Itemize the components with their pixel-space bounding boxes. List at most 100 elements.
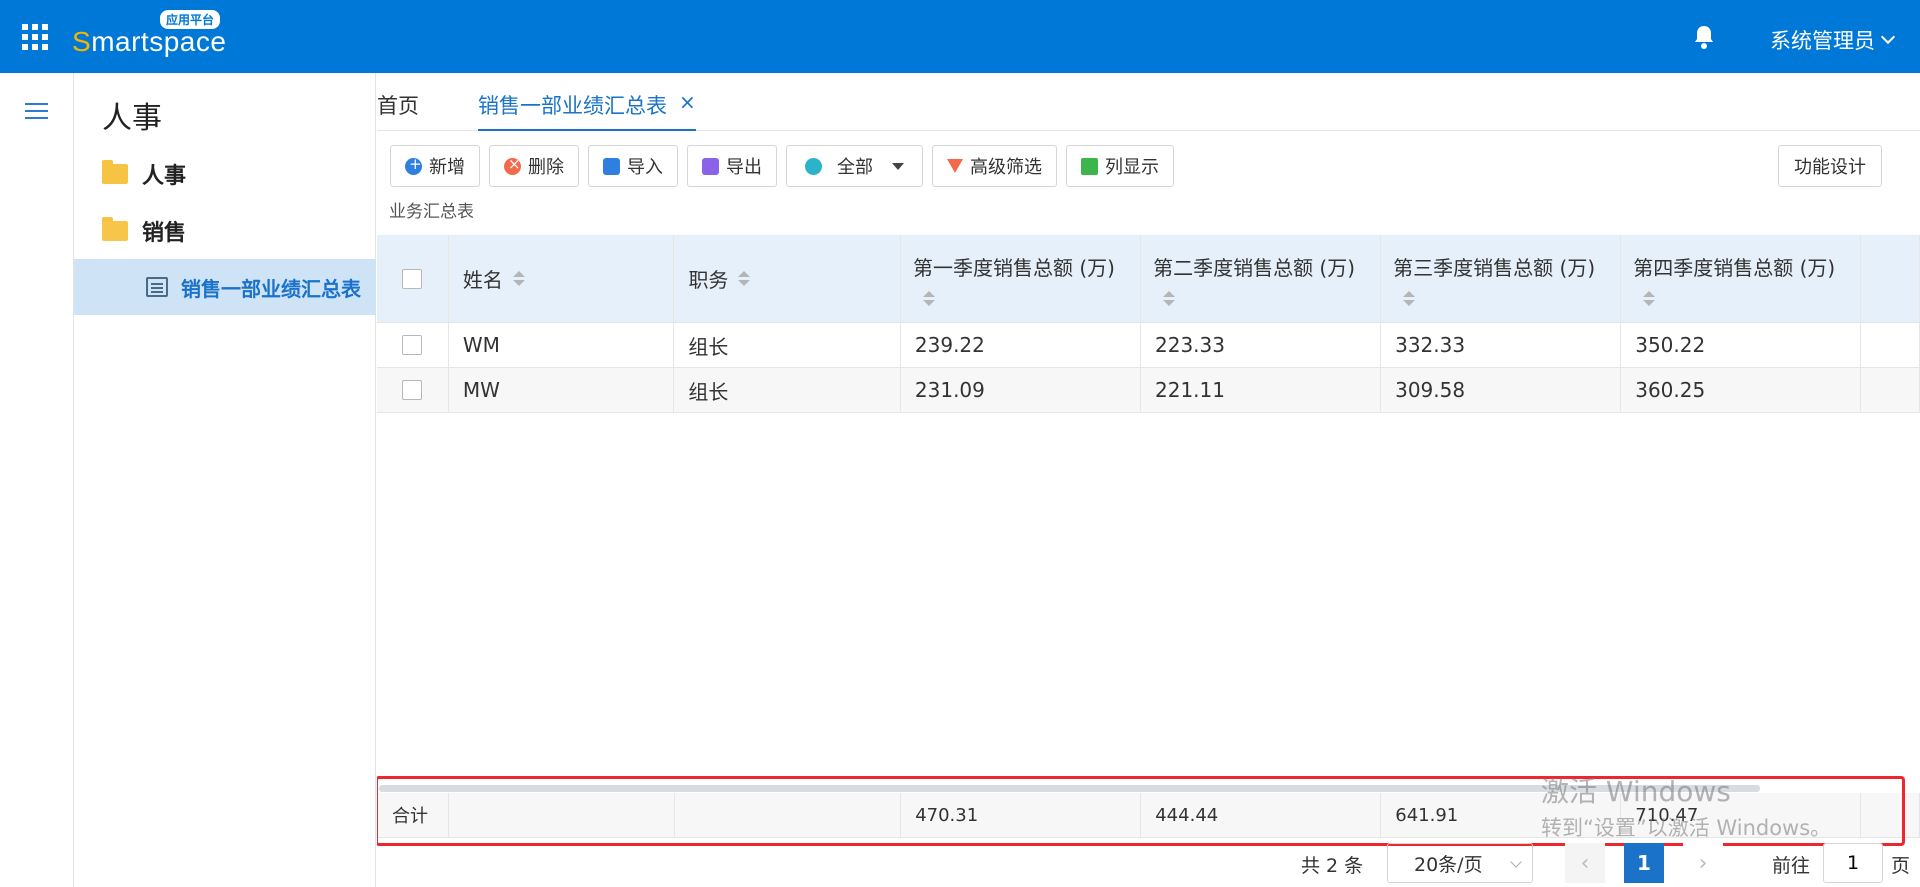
column-header-name[interactable]: 姓名 bbox=[448, 235, 675, 323]
sort-icon[interactable] bbox=[1403, 290, 1416, 306]
main-content: 首页 销售一部业绩汇总表 × 新增 删除 导入 导出 全部 高 bbox=[377, 73, 1920, 887]
tab-home[interactable]: 首页 bbox=[377, 90, 419, 120]
import-button[interactable]: 导入 bbox=[588, 145, 678, 187]
goto-page-input[interactable] bbox=[1823, 843, 1883, 883]
page-suffix: 页 bbox=[1891, 855, 1911, 877]
tab-sales-summary[interactable]: 销售一部业绩汇总表 × bbox=[478, 90, 696, 131]
sort-icon[interactable] bbox=[738, 271, 751, 286]
sidebar-item-label: 销售 bbox=[142, 221, 187, 246]
advanced-filter-label: 高级筛选 bbox=[970, 157, 1042, 178]
table-row[interactable]: WM 组长 239.22 223.33 332.33 350.22 bbox=[377, 323, 1920, 368]
column-header-q4[interactable]: 第四季度销售总额 (万) bbox=[1621, 235, 1862, 323]
cell-q1: 239.22 bbox=[900, 323, 1141, 368]
delete-icon bbox=[504, 155, 521, 175]
sidebar-item-sales-summary[interactable]: 销售一部业绩汇总表 bbox=[74, 259, 376, 315]
cell-overflow bbox=[1861, 323, 1920, 368]
next-page-button[interactable]: › bbox=[1683, 843, 1723, 883]
sidebar-item-label: 人事 bbox=[142, 164, 187, 189]
table-caption: 业务汇总表 bbox=[389, 202, 474, 222]
delete-button-label: 删除 bbox=[528, 157, 564, 178]
column-header-q3[interactable]: 第三季度销售总额 (万) bbox=[1381, 235, 1622, 323]
user-name: 系统管理员 bbox=[1770, 29, 1875, 53]
column-header-label: 姓名 bbox=[462, 268, 503, 292]
sidebar-item-sales[interactable]: 销售 bbox=[102, 211, 186, 251]
sort-icon[interactable] bbox=[512, 271, 525, 286]
export-button-label: 导出 bbox=[726, 157, 762, 178]
export-icon bbox=[702, 157, 719, 175]
row-checkbox[interactable] bbox=[402, 380, 423, 400]
tab-bar: 首页 销售一部业绩汇总表 × bbox=[377, 73, 1920, 131]
export-button[interactable]: 导出 bbox=[687, 145, 777, 187]
summary-q1: 470.31 bbox=[901, 793, 1142, 838]
logo-badge: 应用平台 bbox=[160, 10, 221, 29]
prev-page-button[interactable]: ‹ bbox=[1565, 843, 1605, 883]
cell-q4: 360.25 bbox=[1621, 368, 1862, 413]
page-size-select[interactable]: 20条/页 bbox=[1387, 843, 1533, 883]
column-header-position[interactable]: 职务 bbox=[674, 235, 901, 323]
import-icon bbox=[603, 157, 620, 175]
bell-icon[interactable] bbox=[1692, 24, 1716, 50]
sort-icon[interactable] bbox=[1163, 290, 1176, 306]
total-count: 共 2 条 bbox=[1301, 855, 1364, 877]
logo[interactable]: Smartspace bbox=[72, 26, 226, 58]
summary-q4: 710.47 bbox=[1621, 793, 1862, 838]
header-checkbox-cell bbox=[377, 235, 449, 323]
column-display-button[interactable]: 列显示 bbox=[1066, 145, 1174, 187]
chevron-down-icon bbox=[1510, 856, 1522, 868]
filter-icon bbox=[947, 159, 963, 173]
summary-q2: 444.44 bbox=[1141, 793, 1382, 838]
page-1-button[interactable]: 1 bbox=[1624, 843, 1664, 883]
logo-text: martspace bbox=[91, 26, 227, 57]
advanced-filter-button[interactable]: 高级筛选 bbox=[932, 145, 1057, 187]
summary-cell-position bbox=[674, 793, 902, 838]
cell-q4: 350.22 bbox=[1621, 323, 1862, 368]
toolbar: 新增 删除 导入 导出 全部 高级筛选 列显示 bbox=[390, 145, 1174, 187]
view-select[interactable]: 全部 bbox=[786, 145, 923, 187]
folder-icon bbox=[102, 160, 128, 184]
caret-down-icon bbox=[892, 162, 904, 170]
summary-overflow bbox=[1861, 793, 1920, 838]
cell-name: MW bbox=[448, 368, 675, 413]
sidebar-item-hr[interactable]: 人事 bbox=[102, 154, 186, 194]
import-button-label: 导入 bbox=[627, 157, 663, 178]
column-header-label: 职务 bbox=[688, 268, 729, 292]
table-header-row: 姓名 职务 第一季度销售总额 (万) 第二季度销售总额 (万) 第三季度销售总额… bbox=[377, 235, 1920, 323]
apps-grid-icon[interactable] bbox=[22, 24, 48, 50]
page-size-label: 20条/页 bbox=[1414, 853, 1483, 876]
logo-initial: S bbox=[72, 26, 92, 57]
column-header-overflow bbox=[1861, 235, 1920, 323]
table-row[interactable]: MW 组长 231.09 221.11 309.58 360.25 bbox=[377, 368, 1920, 413]
cell-q3: 332.33 bbox=[1381, 323, 1622, 368]
hamburger-icon[interactable] bbox=[25, 103, 48, 119]
summary-label: 合计 bbox=[377, 793, 450, 838]
cell-q2: 221.11 bbox=[1141, 368, 1382, 413]
column-display-label: 列显示 bbox=[1105, 157, 1159, 178]
sort-icon[interactable] bbox=[923, 290, 935, 306]
sidebar-title: 人事 bbox=[102, 101, 162, 136]
column-header-q1[interactable]: 第一季度销售总额 (万) bbox=[901, 235, 1142, 323]
add-button[interactable]: 新增 bbox=[390, 145, 480, 187]
sort-icon[interactable] bbox=[1643, 290, 1656, 306]
summary-q3: 641.91 bbox=[1381, 793, 1622, 838]
column-header-label: 第一季度销售总额 (万) bbox=[913, 255, 1115, 280]
function-design-button[interactable]: 功能设计 bbox=[1778, 145, 1882, 187]
folder-open-icon bbox=[102, 217, 128, 241]
delete-button[interactable]: 删除 bbox=[489, 145, 579, 187]
column-header-q2[interactable]: 第二季度销售总额 (万) bbox=[1141, 235, 1382, 323]
column-header-label: 第三季度销售总额 (万) bbox=[1393, 255, 1596, 280]
nav-rail bbox=[0, 73, 74, 887]
sidebar: 人事 人事 销售 销售一部业绩汇总表 bbox=[74, 73, 376, 887]
summary-row: 合计 470.31 444.44 641.91 710.47 bbox=[377, 793, 1920, 838]
list-icon bbox=[146, 277, 168, 297]
horizontal-scrollbar[interactable] bbox=[379, 785, 1760, 792]
row-checkbox[interactable] bbox=[402, 335, 423, 355]
tab-label: 销售一部业绩汇总表 bbox=[478, 94, 667, 118]
cell-name: WM bbox=[448, 323, 675, 368]
select-all-checkbox[interactable] bbox=[402, 268, 423, 289]
add-button-label: 新增 bbox=[429, 157, 465, 178]
cell-position: 组长 bbox=[674, 323, 901, 368]
chevron-down-icon bbox=[1880, 29, 1896, 45]
close-icon[interactable]: × bbox=[679, 90, 696, 129]
row-checkbox-cell bbox=[377, 323, 449, 368]
user-menu[interactable]: 系统管理员 bbox=[1770, 25, 1896, 55]
